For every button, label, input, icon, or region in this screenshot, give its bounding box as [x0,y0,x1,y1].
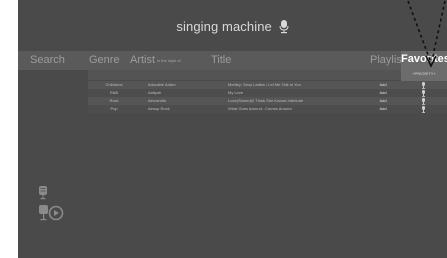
dashed-arrow-annotation [407,0,446,68]
artist-sub-label: in the style of [157,58,181,63]
favorite-toggle[interactable] [401,81,447,89]
title-cell: Love(Stoned)/I Think She Knows Interlude [228,98,304,103]
favorite-toggle[interactable] [401,89,447,97]
microphone-icon [422,106,425,113]
song-row[interactable]: Pop Aesop Rock What Goes Around...Comes … [88,105,401,113]
genre-cell: Childrens [105,82,123,87]
microphone-icon [279,20,289,37]
song-row[interactable]: Rock Aerosmith Love(Stoned)/I Think She … [88,97,401,105]
artist-column-header[interactable]: Artist in the style of [130,51,181,70]
genre-cell: R&B [109,90,119,95]
add-button[interactable]: Add [373,97,393,105]
add-button[interactable]: Add [373,81,393,89]
genre-label: Genre [89,54,120,66]
genre-cell: Pop [110,106,118,111]
genre-column-header[interactable]: Genre [89,51,120,70]
app-header: singing machine [18,19,447,37]
genre-cell: Rock [109,98,119,103]
microphone-icon [422,82,425,89]
mic-play-icon[interactable] [38,205,64,223]
mic-karaoke-icon[interactable] [38,186,48,200]
add-button[interactable]: Add [373,89,393,97]
title-cell: What Goes Around...Comes Around [228,106,292,111]
table-subheader [88,70,401,80]
favorite-toggle[interactable] [401,97,447,105]
title-cell: Medley: Sexy Ladies / Let Me Talk to You [228,82,301,87]
title-label: Title [211,54,232,66]
song-row[interactable]: R&B Aaliyah My Love Add [88,89,401,97]
song-row[interactable]: Childrens Adorable Arden Medley: Sexy La… [88,81,401,89]
artist-cell: Aerosmith [148,98,167,103]
app-title: singing machine [176,19,272,34]
karaoke-app: singing machine Search Genre Artist in th… [18,0,447,258]
microphone-icon [422,90,425,97]
favorite-toggle[interactable] [401,105,447,113]
microphone-icon [422,98,425,105]
artist-label: Artist [130,54,156,66]
title-column-header[interactable]: Title [211,51,231,70]
artist-cell: Aesop Rock [148,106,170,111]
title-cell: My Love [228,90,244,95]
search-tab[interactable]: Search [30,51,65,70]
artist-cell: Adorable Arden [148,82,176,87]
add-button[interactable]: Add [373,105,393,113]
artist-cell: Aaliyah [148,90,162,95]
search-label: Search [30,54,65,66]
